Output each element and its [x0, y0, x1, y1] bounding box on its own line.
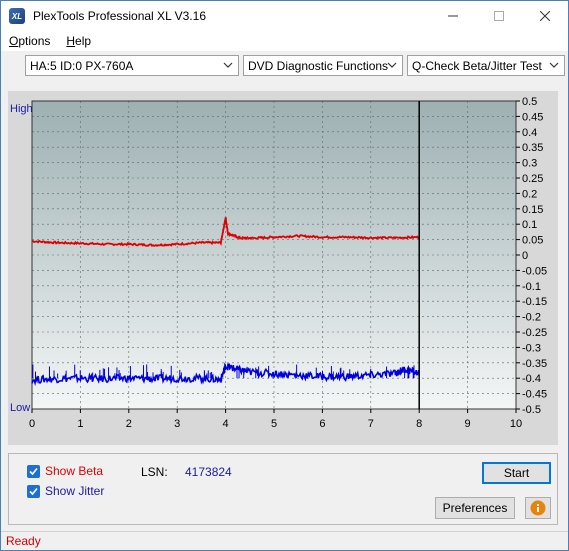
y-tick-label: -0.05 — [522, 265, 547, 277]
y-tick-label: -0.15 — [522, 296, 547, 308]
status-bar: Ready — [1, 531, 568, 550]
x-tick-label: 1 — [77, 418, 83, 430]
y-tick-label: -0.25 — [522, 327, 547, 339]
chevron-down-icon — [387, 62, 397, 68]
y-tick-label: 0.35 — [522, 142, 543, 154]
x-tick-label: 0 — [29, 418, 35, 430]
x-tick-label: 3 — [174, 418, 180, 430]
status-text: Ready — [6, 534, 41, 548]
lsn-value: 4173824 — [185, 465, 232, 479]
checkmark-icon — [27, 464, 40, 478]
drive-select[interactable]: HA:5 ID:0 PX-760A — [25, 55, 239, 76]
x-tick-label: 8 — [416, 418, 422, 430]
chart-panel: High Low 0.5 0.45 0.4 0.35 0.3 0.25 0.2 0.15 0.1… — [8, 91, 558, 445]
y-tick-label: 0.45 — [522, 111, 543, 123]
y-tick-label: -0.45 — [522, 389, 547, 401]
y-tick-label: 0.1 — [522, 219, 537, 231]
menu-bar: Options Help — [1, 31, 568, 51]
y-tick-label: 0.2 — [522, 188, 537, 200]
preferences-button[interactable]: Preferences — [435, 497, 515, 519]
y-axis-high-label: High — [10, 103, 33, 115]
toolbar: HA:5 ID:0 PX-760A DVD Diagnostic Functio… — [1, 51, 568, 81]
show-jitter-label: Show Jitter — [45, 484, 105, 498]
y-tick-label: -0.4 — [522, 373, 541, 385]
x-tick-label: 7 — [368, 418, 374, 430]
minimize-icon — [448, 15, 458, 17]
y-axis-low-label: Low — [10, 402, 30, 414]
info-button[interactable] — [525, 497, 551, 519]
y-tick-label: -0.1 — [522, 281, 541, 293]
close-button[interactable] — [522, 1, 568, 31]
drive-select-value: HA:5 ID:0 PX-760A — [30, 58, 134, 73]
function-select[interactable]: DVD Diagnostic Functions — [243, 55, 403, 76]
x-tick-label: 6 — [319, 418, 325, 430]
function-select-value: DVD Diagnostic Functions — [248, 58, 389, 73]
test-select[interactable]: Q-Check Beta/Jitter Test — [407, 55, 565, 76]
y-tick-label: 0.05 — [522, 235, 543, 247]
y-tick-label: 0.3 — [522, 158, 537, 170]
title-bar: XL PlexTools Professional XL V3.16 — [1, 1, 568, 31]
show-beta-checkbox[interactable]: Show Beta — [27, 464, 103, 478]
test-select-value: Q-Check Beta/Jitter Test — [412, 58, 542, 73]
options-panel: Show Beta Show Jitter LSN: 4173824 Start… — [8, 453, 558, 525]
maximize-icon — [494, 11, 504, 21]
y-tick-label: 0.5 — [522, 96, 537, 108]
show-beta-label: Show Beta — [45, 464, 104, 478]
chevron-down-icon — [223, 62, 233, 68]
x-tick-label: 9 — [465, 418, 471, 430]
y-tick-label: 0.25 — [522, 173, 543, 185]
y-tick-label: -0.2 — [522, 312, 541, 324]
close-icon — [540, 11, 550, 21]
menu-help[interactable]: Help — [58, 34, 99, 48]
y-tick-label: -0.3 — [522, 342, 541, 354]
show-jitter-checkbox[interactable]: Show Jitter — [27, 484, 104, 498]
chevron-down-icon — [549, 62, 559, 68]
beta-jitter-chart: High Low 0.50.450.40.350.30.250.20.150.1… — [10, 96, 547, 430]
y-tick-label: 0 — [522, 250, 528, 262]
app-window: XL PlexTools Professional XL V3.16 Optio… — [0, 0, 569, 551]
x-tick-label: 4 — [223, 418, 229, 430]
x-tick-label: 2 — [126, 418, 132, 430]
y-tick-label: 0.15 — [522, 204, 543, 216]
x-tick-label: 5 — [271, 418, 277, 430]
minimize-button[interactable] — [430, 1, 476, 31]
menu-options[interactable]: Options — [1, 34, 58, 48]
info-icon — [530, 500, 546, 516]
start-button[interactable]: Start — [482, 462, 551, 484]
lsn-label: LSN: — [141, 465, 168, 479]
checkmark-icon — [27, 484, 40, 498]
y-tick-label: 0.4 — [522, 127, 537, 139]
x-tick-label: 10 — [510, 418, 522, 430]
y-tick-label: -0.5 — [522, 404, 541, 416]
app-logo-icon: XL — [9, 8, 25, 24]
window-title: PlexTools Professional XL V3.16 — [33, 9, 206, 23]
y-tick-label: -0.35 — [522, 358, 547, 370]
maximize-button[interactable] — [476, 1, 522, 31]
